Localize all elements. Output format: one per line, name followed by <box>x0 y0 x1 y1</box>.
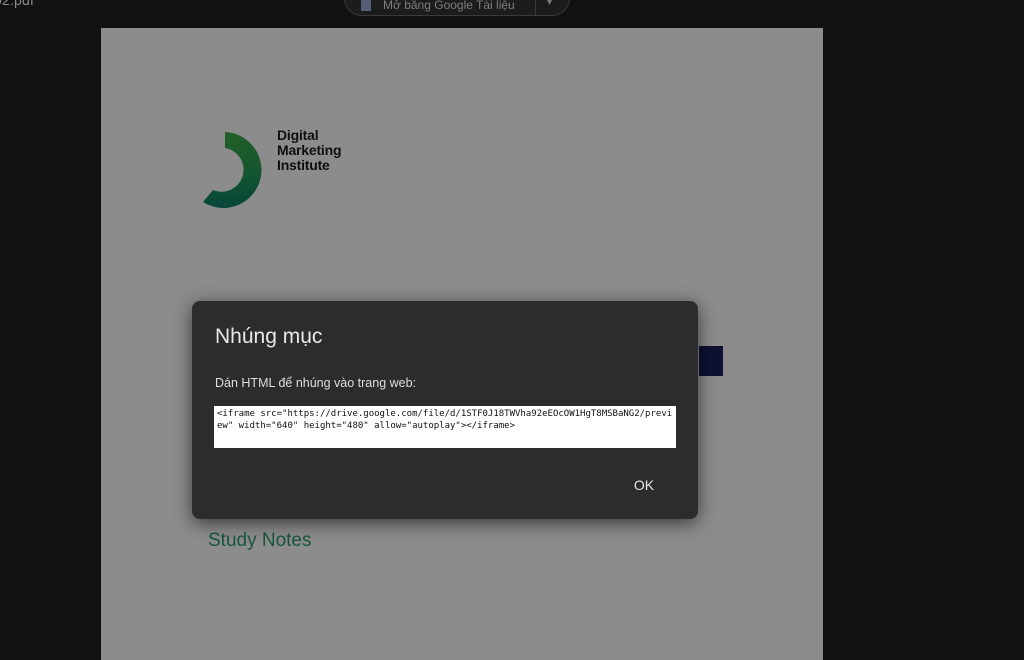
dmi-logo-icon <box>203 132 262 208</box>
ok-button[interactable]: OK <box>618 469 670 501</box>
logo-line-marketing: Marketing <box>277 142 342 158</box>
open-with-google-docs-button[interactable]: Mở bằng Google Tài liệu ▾ <box>344 0 570 16</box>
button-divider <box>535 0 536 15</box>
pdf-viewer: 02.pdf Mở bằng Google Tài liệu ▾ Digital… <box>0 0 1024 660</box>
chevron-down-icon[interactable]: ▾ <box>547 0 552 8</box>
open-with-label: Mở bằng Google Tài liệu <box>383 0 515 12</box>
file-name: 02.pdf <box>0 0 35 8</box>
logo-line-digital: Digital <box>277 127 319 143</box>
dmi-logo-text: Digital Marketing Institute <box>277 127 342 173</box>
study-notes-heading: Study Notes <box>208 530 312 551</box>
logo-line-institute: Institute <box>277 157 330 173</box>
dialog-instruction: Dán HTML để nhúng vào trang web: <box>215 376 417 390</box>
docs-icon <box>361 0 371 11</box>
dialog-title: Nhúng mục <box>215 325 323 348</box>
embed-code-field[interactable]: <iframe src="https://drive.google.com/fi… <box>214 406 676 448</box>
document-heading-fragment <box>699 346 723 376</box>
embed-item-dialog: Nhúng mục Dán HTML để nhúng vào trang we… <box>192 301 698 519</box>
